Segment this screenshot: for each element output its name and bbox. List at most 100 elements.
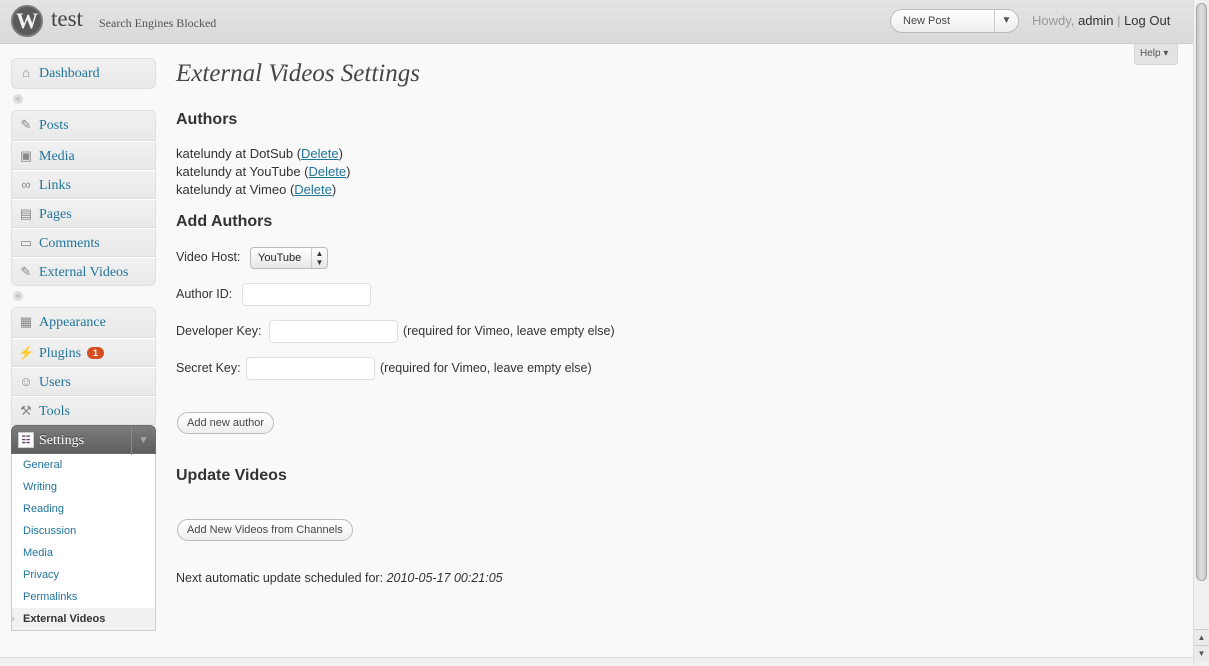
wordpress-logo-icon[interactable]: W — [11, 5, 43, 37]
settings-icon: ☷ — [18, 432, 34, 448]
menu-item-label: Tools — [39, 404, 70, 419]
chevron-down-icon[interactable]: ▼ — [994, 10, 1018, 32]
menu-item-label: Pages — [39, 207, 72, 222]
site-title[interactable]: test — [51, 6, 83, 32]
developer-key-input[interactable] — [269, 320, 398, 343]
scroll-down-arrow-icon[interactable]: ▼ — [1194, 645, 1209, 661]
menu-item-pages[interactable]: ▤ Pages — [11, 199, 156, 228]
menu-item-label: Plugins 1 — [39, 346, 105, 362]
next-update-timestamp: 2010-05-17 00:21:05 — [386, 571, 503, 585]
author-entry: katelundy at YouTube (Delete) — [176, 164, 350, 179]
video-host-select[interactable]: YouTube ▲ ▼ — [250, 247, 328, 269]
menu-item-comments[interactable]: ▭ Comments — [11, 228, 156, 257]
author-text: katelundy at DotSub ( — [176, 146, 302, 161]
menu-item-dashboard[interactable]: ⌂ Dashboard — [11, 58, 156, 89]
menu-item-posts[interactable]: ✎ Posts — [11, 110, 156, 141]
new-post-button[interactable]: New Post — [903, 15, 950, 27]
submenu-item-writing[interactable]: Writing — [12, 476, 155, 498]
select-arrows-icon: ▲ ▼ — [311, 248, 327, 268]
menu-item-appearance[interactable]: ▦ Appearance — [11, 307, 156, 338]
menu-item-label: Links — [39, 178, 71, 193]
page-title: External Videos Settings — [176, 60, 420, 87]
submenu-item-reading[interactable]: Reading — [12, 498, 155, 520]
menu-item-label: Dashboard — [39, 66, 100, 81]
delete-author-link[interactable]: Delete — [309, 164, 347, 179]
update-videos-heading: Update Videos — [176, 467, 287, 484]
menu-item-links[interactable]: ∞ Links — [11, 170, 156, 199]
menu-item-media[interactable]: ▣ Media — [11, 141, 156, 170]
developer-key-hint: (required for Vimeo, leave empty else) — [403, 324, 615, 338]
menu-item-label: Media — [39, 149, 75, 164]
author-text: katelundy at YouTube ( — [176, 164, 309, 179]
author-entry: katelundy at Vimeo (Delete) — [176, 182, 336, 197]
paren: ) — [346, 164, 351, 179]
add-new-author-button[interactable]: Add new author — [177, 412, 275, 434]
menu-item-settings[interactable]: ☷ Settings ▼ — [11, 425, 156, 455]
delete-author-link[interactable]: Delete — [301, 146, 339, 161]
footer — [0, 657, 1193, 666]
next-update-label: Next automatic update scheduled for: — [176, 571, 384, 585]
menu-separator[interactable]: « — [11, 89, 156, 110]
plug-icon: ⚡ — [18, 345, 35, 360]
pushpin-icon: ✎ — [20, 264, 32, 279]
author-text: katelundy at Vimeo ( — [176, 182, 295, 197]
menu-item-users[interactable]: ☺ Users — [11, 367, 156, 396]
favorite-actions[interactable]: New Post ▼ — [890, 9, 1019, 33]
menu-separator[interactable]: « — [11, 286, 156, 307]
add-authors-heading: Add Authors — [176, 213, 273, 230]
update-count-badge: 1 — [87, 347, 105, 359]
video-host-label: Video Host: — [176, 250, 241, 264]
site-visibility-note: Search Engines Blocked — [99, 16, 217, 30]
author-entry: katelundy at DotSub (Delete) — [176, 146, 343, 161]
submenu-item-discussion[interactable]: Discussion — [12, 520, 155, 542]
paren: ) — [338, 146, 343, 161]
submenu-item-general[interactable]: General — [12, 454, 155, 476]
secret-key-hint: (required for Vimeo, leave empty else) — [380, 361, 592, 375]
collapse-icon[interactable]: « — [13, 291, 23, 301]
help-button[interactable]: Help ▾ — [1134, 44, 1178, 65]
howdy-text: Howdy, — [1032, 13, 1075, 28]
secret-key-input[interactable] — [246, 357, 375, 380]
home-icon: ⌂ — [22, 65, 30, 80]
submenu-item-permalinks[interactable]: Permalinks — [12, 586, 155, 608]
pages-icon: ▤ — [19, 206, 33, 221]
admin-menu: ⌂ Dashboard « ✎ Posts ▣ Media ∞ Links ▤ … — [11, 58, 156, 631]
paren: ) — [331, 182, 337, 197]
developer-key-label: Developer Key: — [176, 324, 262, 338]
author-id-label: Author ID: — [176, 287, 233, 301]
menu-item-label: Comments — [39, 236, 100, 251]
menu-item-plugins[interactable]: ⚡ Plugins 1 — [11, 338, 156, 367]
collapse-icon[interactable]: « — [13, 94, 23, 104]
video-host-value: YouTube — [258, 252, 302, 264]
menu-item-tools[interactable]: ⚒ Tools — [11, 396, 156, 425]
menu-item-external-videos[interactable]: ✎ External Videos — [11, 257, 156, 286]
comment-icon: ▭ — [19, 235, 33, 250]
username-link[interactable]: admin — [1078, 13, 1113, 28]
submenu-item-external-videos[interactable]: External Videos — [11, 608, 155, 630]
authors-heading: Authors — [176, 111, 238, 128]
author-id-input[interactable] — [242, 283, 371, 306]
tools-icon: ⚒ — [20, 403, 32, 418]
users-icon: ☺ — [19, 374, 33, 389]
chevron-down-icon[interactable]: ▼ — [131, 426, 155, 455]
scroll-up-arrow-icon[interactable]: ▲ — [1194, 629, 1209, 645]
delete-author-link[interactable]: Delete — [294, 182, 332, 197]
media-icon: ▣ — [19, 148, 33, 163]
menu-item-label: Appearance — [39, 315, 106, 330]
plugins-label: Plugins — [39, 346, 82, 361]
menu-item-label: Settings — [39, 433, 85, 448]
submenu-item-privacy[interactable]: Privacy — [12, 564, 155, 586]
appearance-icon: ▦ — [19, 314, 33, 329]
submenu-item-media[interactable]: Media — [12, 542, 155, 564]
link-icon: ∞ — [21, 177, 31, 192]
vertical-scrollbar[interactable]: ▲ ▼ — [1193, 0, 1209, 666]
scrollbar-thumb[interactable] — [1196, 3, 1207, 581]
add-new-videos-button[interactable]: Add New Videos from Channels — [177, 519, 353, 541]
menu-item-label: Users — [39, 375, 71, 390]
logout-link[interactable]: Log Out — [1124, 13, 1170, 28]
settings-submenu: General Writing Reading Discussion Media… — [11, 454, 156, 631]
menu-item-label: Posts — [39, 118, 69, 133]
admin-header: W test Search Engines Blocked New Post ▼… — [0, 0, 1193, 44]
next-update-text: Next automatic update scheduled for: 201… — [176, 571, 503, 585]
menu-item-label: External Videos — [39, 265, 129, 280]
